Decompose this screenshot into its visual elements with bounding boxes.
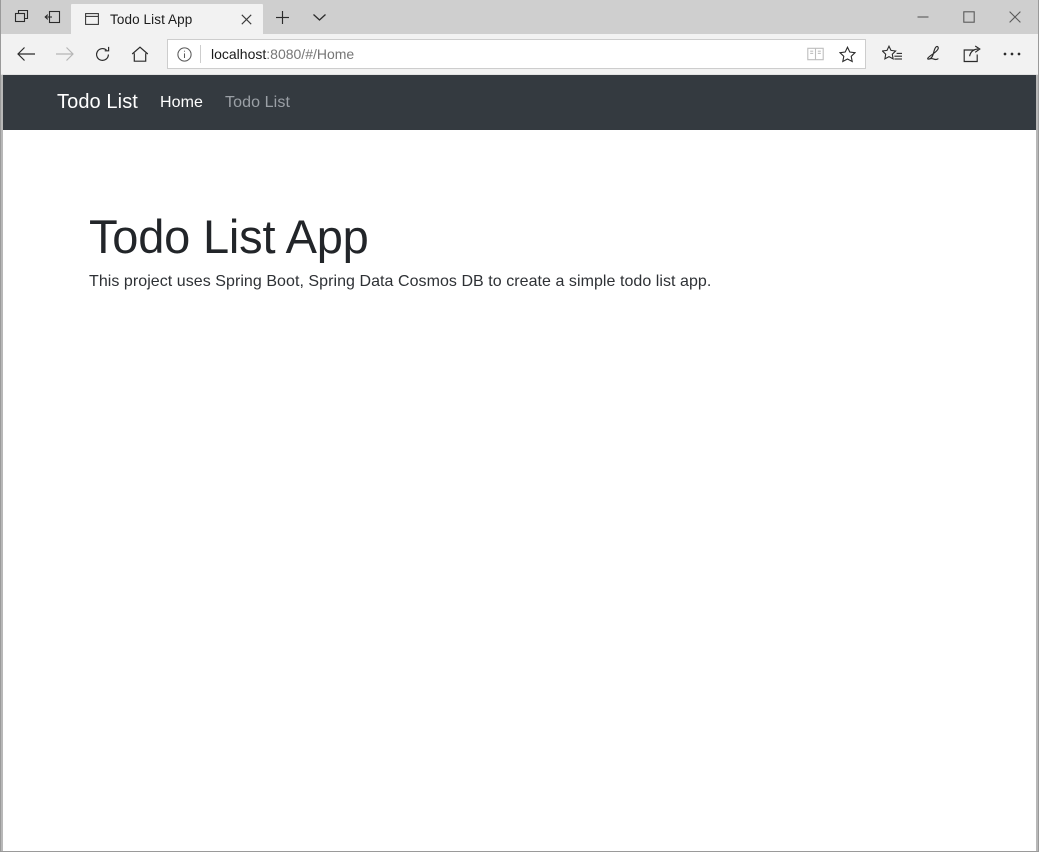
refresh-icon[interactable] [83, 36, 121, 72]
close-icon[interactable] [235, 8, 257, 30]
page-viewport: Todo List Home Todo List Todo List App T… [1, 75, 1038, 852]
browser-titlebar: Todo List App [1, 0, 1038, 34]
window-controls [900, 0, 1038, 33]
minimize-button[interactable] [900, 0, 946, 33]
url-path: :8080/#/Home [266, 46, 354, 62]
favorite-star-icon[interactable] [831, 40, 863, 68]
address-bar[interactable]: localhost:8080/#/Home [167, 39, 866, 69]
titlebar-left-icons [1, 0, 71, 34]
url-host: localhost [211, 46, 266, 62]
site-info-icon[interactable] [168, 40, 200, 68]
nav-link-home[interactable]: Home [160, 94, 203, 112]
share-icon[interactable] [952, 36, 992, 72]
set-tabs-aside-icon[interactable] [7, 2, 37, 32]
site-navbar: Todo List Home Todo List [1, 75, 1038, 130]
new-tab-button[interactable] [263, 0, 301, 34]
address-bar-actions [799, 40, 865, 68]
nav-link-todo-list[interactable]: Todo List [225, 94, 290, 112]
page-title: Todo List App [89, 212, 1036, 261]
hub-favorites-icon[interactable] [872, 36, 912, 72]
page-content: Todo List App This project uses Spring B… [3, 130, 1036, 291]
browser-window: Todo List App [0, 0, 1039, 852]
close-button[interactable] [992, 0, 1038, 33]
window-icon [83, 10, 101, 28]
chevron-down-icon[interactable] [301, 0, 337, 34]
reading-view-icon[interactable] [799, 40, 831, 68]
browser-tab[interactable]: Todo List App [71, 4, 263, 34]
page-description: This project uses Spring Boot, Spring Da… [89, 273, 1036, 291]
make-a-web-note-icon[interactable] [912, 36, 952, 72]
browser-toolbar: localhost:8080/#/Home [1, 34, 1038, 75]
more-settings-icon[interactable] [992, 36, 1032, 72]
toolbar-right-actions [872, 36, 1032, 72]
maximize-button[interactable] [946, 0, 992, 33]
address-bar-url[interactable]: localhost:8080/#/Home [201, 46, 799, 62]
home-icon[interactable] [121, 36, 159, 72]
navbar-brand[interactable]: Todo List [57, 91, 138, 114]
tabs-you-have-set-aside-icon[interactable] [37, 2, 67, 32]
forward-arrow-icon[interactable] [45, 36, 83, 72]
browser-tab-title: Todo List App [110, 12, 235, 27]
navbar-links: Home Todo List [160, 94, 290, 112]
back-arrow-icon[interactable] [7, 36, 45, 72]
